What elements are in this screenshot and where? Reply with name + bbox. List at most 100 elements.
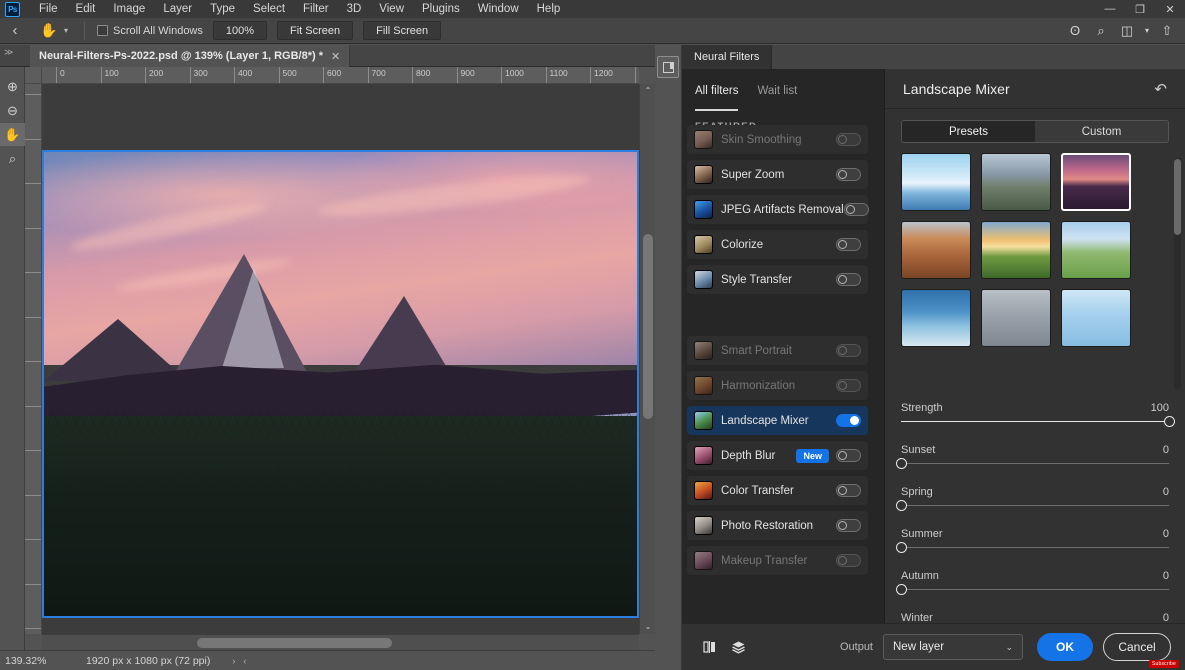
filter-row-color-transfer[interactable]: Color Transfer [687, 476, 868, 505]
scrollbar-thumb[interactable] [1174, 159, 1181, 235]
canvas-horizontal-scrollbar[interactable] [42, 634, 639, 650]
output-dropdown[interactable]: New layer ⌄ [883, 634, 1023, 660]
slider-value[interactable]: 0 [1163, 570, 1169, 582]
menu-select[interactable]: Select [244, 0, 294, 18]
menu-image[interactable]: Image [104, 0, 154, 18]
preset-thumbnail-blue-coast[interactable] [901, 289, 971, 347]
filter-row-depth-blur[interactable]: Depth BlurNew [687, 441, 868, 470]
cancel-button[interactable]: Cancel [1103, 633, 1171, 661]
zoom-level[interactable]: 139.32% [0, 655, 76, 667]
slider-handle[interactable] [896, 542, 907, 553]
slider-track[interactable] [901, 547, 1169, 548]
menu-3d[interactable]: 3D [338, 0, 371, 18]
preset-thumbnail-clear-sky[interactable] [1061, 289, 1131, 347]
menu-filter[interactable]: Filter [294, 0, 338, 18]
filter-toggle[interactable] [836, 238, 861, 251]
workspace-chevron-down-icon[interactable]: ▾ [1141, 20, 1153, 42]
slider-value[interactable]: 0 [1163, 444, 1169, 456]
slider-track[interactable] [901, 505, 1169, 506]
properties-panel-icon[interactable] [657, 56, 679, 78]
zoom-100-button[interactable]: 100% [213, 21, 267, 40]
zoom-out-tool[interactable]: ⊖ [0, 99, 25, 122]
filter-row-colorize[interactable]: Colorize [687, 230, 868, 259]
slider-handle[interactable] [896, 500, 907, 511]
filter-row-harmonization[interactable]: Harmonization [687, 371, 868, 400]
scrollbar-thumb[interactable] [643, 234, 653, 419]
collapse-left-icon[interactable]: ≫ [4, 47, 13, 58]
preset-thumbnail-green-meadow[interactable] [1061, 221, 1131, 279]
search-icon[interactable]: ⌕ [1089, 20, 1113, 42]
status-expand-icon[interactable]: › [232, 656, 235, 666]
scrollbar-thumb[interactable] [197, 638, 392, 648]
scroll-up-icon[interactable]: ⌃ [640, 84, 656, 98]
fit-screen-button[interactable]: Fit Screen [277, 21, 353, 40]
chevron-down-icon[interactable]: ▾ [64, 26, 68, 35]
filter-toggle[interactable] [836, 449, 861, 462]
filter-row-landscape-mixer[interactable]: Landscape Mixer [687, 406, 868, 435]
canvas-photo[interactable] [42, 150, 639, 618]
filter-row-super-zoom[interactable]: Super Zoom [687, 160, 868, 189]
filter-toggle[interactable] [836, 168, 861, 181]
scroll-all-windows-checkbox[interactable]: Scroll All Windows [97, 25, 203, 37]
preset-thumbnail-foggy-ridge[interactable] [981, 289, 1051, 347]
menu-help[interactable]: Help [528, 0, 570, 18]
preset-thumbnail-alpine-valley[interactable] [981, 153, 1051, 211]
presets-scrollbar[interactable] [1174, 157, 1181, 389]
filter-row-skin-smoothing[interactable]: Skin Smoothing [687, 125, 868, 154]
slider-value[interactable]: 0 [1163, 528, 1169, 540]
image-viewport[interactable] [42, 84, 639, 634]
menu-edit[interactable]: Edit [67, 0, 105, 18]
add-user-icon[interactable]: ʘ [1063, 20, 1087, 42]
status-collapse-icon[interactable]: ‹ [243, 656, 246, 666]
filter-toggle[interactable] [836, 554, 861, 567]
layers-icon[interactable] [724, 635, 752, 659]
slider-summer[interactable]: Summer0 [901, 528, 1169, 570]
slider-autumn[interactable]: Autumn0 [901, 570, 1169, 612]
minimize-button[interactable]: — [1095, 0, 1125, 18]
close-icon[interactable]: ✕ [331, 50, 340, 63]
menu-view[interactable]: View [370, 0, 413, 18]
ok-button[interactable]: OK [1037, 633, 1093, 661]
workspace-icon[interactable]: ◫ [1115, 20, 1139, 42]
preset-thumbnail-snowy-lake[interactable] [901, 153, 971, 211]
menu-plugins[interactable]: Plugins [413, 0, 469, 18]
filter-row-makeup-transfer[interactable]: Makeup Transfer [687, 546, 868, 575]
filter-row-style-transfer[interactable]: Style Transfer [687, 265, 868, 294]
tab-presets[interactable]: Presets [902, 121, 1035, 142]
document-tab[interactable]: Neural-Filters-Ps-2022.psd @ 139% (Layer… [30, 45, 350, 67]
filter-row-jpeg-artifacts-removal[interactable]: JPEG Artifacts Removal [687, 195, 868, 224]
tab-all-filters[interactable]: All filters [695, 85, 738, 111]
back-icon[interactable]: ‹ [0, 22, 30, 39]
slider-handle[interactable] [896, 458, 907, 469]
preset-thumbnail-red-canyon[interactable] [901, 221, 971, 279]
tab-neural-filters[interactable]: Neural Filters [682, 45, 772, 69]
preset-thumbnail-golden-sunrise[interactable] [981, 221, 1051, 279]
filter-toggle[interactable] [836, 484, 861, 497]
hand-tool[interactable]: ✋ [0, 123, 25, 146]
fill-screen-button[interactable]: Fill Screen [363, 21, 441, 40]
slider-handle[interactable] [896, 584, 907, 595]
hand-tool-icon[interactable]: ✋ [36, 20, 62, 42]
slider-strength[interactable]: Strength100 [901, 402, 1169, 444]
menu-window[interactable]: Window [469, 0, 528, 18]
slider-sunset[interactable]: Sunset0 [901, 444, 1169, 486]
menu-file[interactable]: File [30, 0, 67, 18]
scroll-down-icon[interactable]: ⌄ [640, 620, 656, 634]
zoom-in-tool[interactable]: ⊕ [0, 75, 25, 98]
slider-handle[interactable] [1164, 416, 1175, 427]
menu-layer[interactable]: Layer [154, 0, 201, 18]
canvas-vertical-scrollbar[interactable]: ⌃ ⌄ [639, 84, 655, 634]
filter-toggle[interactable] [844, 203, 869, 216]
share-icon[interactable]: ⇧ [1155, 20, 1179, 42]
slider-track[interactable] [901, 463, 1169, 464]
tab-custom[interactable]: Custom [1035, 121, 1168, 142]
filter-toggle[interactable] [836, 414, 861, 427]
filter-toggle[interactable] [836, 133, 861, 146]
preview-split-icon[interactable] [696, 635, 724, 659]
reset-icon[interactable]: ↶ [1154, 80, 1167, 98]
filter-toggle[interactable] [836, 273, 861, 286]
filter-toggle[interactable] [836, 344, 861, 357]
magnifier-tool[interactable]: ⌕ [0, 147, 25, 170]
filter-toggle[interactable] [836, 379, 861, 392]
slider-value[interactable]: 0 [1163, 486, 1169, 498]
